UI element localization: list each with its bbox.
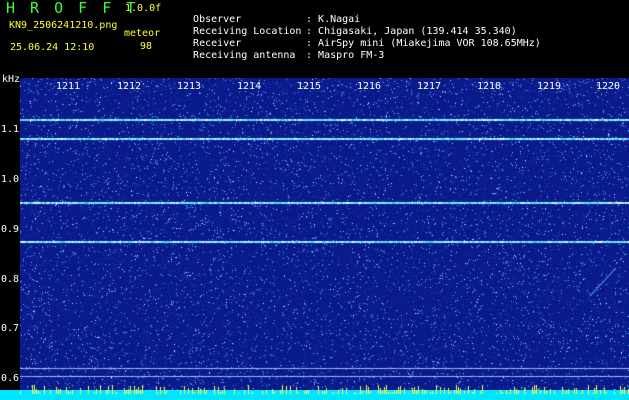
- info-sep: :: [306, 50, 313, 61]
- mode-label: meteor: [124, 28, 161, 39]
- spectrogram-plot: [20, 78, 629, 390]
- x-tick-label: 1218: [477, 81, 502, 92]
- app-version: 1.0.0f: [125, 3, 162, 14]
- info-key: Receiving antenna: [193, 50, 296, 61]
- app-title: H R O F F T: [6, 0, 139, 17]
- x-tick-label: 1214: [237, 81, 262, 92]
- y-tick-label: 0.7: [1, 323, 20, 334]
- bottom-level-spikes: [0, 384, 629, 400]
- x-tick-label: 1219: [537, 81, 562, 92]
- info-row-antenna: Receiving antenna: Maspro FM-3: [181, 39, 384, 61]
- x-tick-label: 1211: [56, 81, 81, 92]
- file-name: KN9_2506241210.png: [9, 20, 118, 31]
- x-tick-label: 1213: [177, 81, 202, 92]
- x-tick-label: 1220: [596, 81, 621, 92]
- y-tick-label: 1.0: [1, 174, 20, 185]
- y-axis-unit: kHz: [2, 74, 21, 85]
- x-tick-label: 1217: [417, 81, 442, 92]
- mode-value: 98: [140, 41, 153, 52]
- x-tick-label: 1216: [357, 81, 382, 92]
- y-tick-label: 0.8: [1, 274, 20, 285]
- info-value: Maspro FM-3: [318, 50, 385, 61]
- y-tick-label: 1.1: [1, 124, 20, 135]
- y-tick-label: 0.9: [1, 224, 20, 235]
- x-tick-label: 1212: [117, 81, 142, 92]
- x-tick-label: 1215: [297, 81, 322, 92]
- y-tick-label: 0.6: [1, 373, 20, 384]
- date-time: 25.06.24 12:10: [10, 42, 95, 53]
